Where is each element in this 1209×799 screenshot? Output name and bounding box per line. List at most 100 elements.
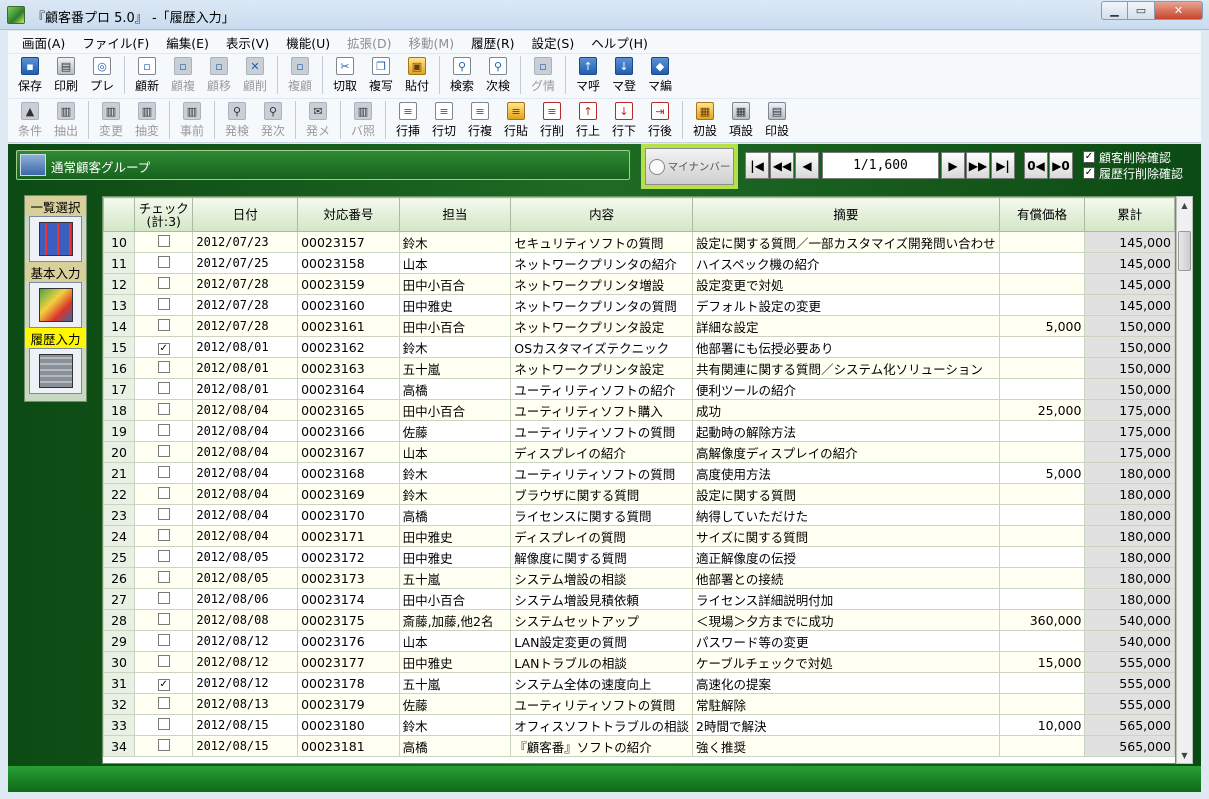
row-checkbox[interactable]	[157, 381, 170, 394]
summary-cell[interactable]: 便利ツールの紹介	[692, 378, 1000, 400]
cumulative-header[interactable]: 累計	[1084, 197, 1175, 232]
summary-cell[interactable]: ＜現場＞夕方までに成功	[692, 609, 1000, 631]
paid-price-cell[interactable]	[998, 441, 1086, 463]
date-cell[interactable]: 2012/08/04	[192, 441, 299, 463]
maximize-button[interactable]: ▭	[1128, 1, 1155, 20]
summary-cell[interactable]: 設定に関する質問／一部カスタマイズ開発問い合わせ	[692, 231, 1000, 253]
preview-button[interactable]: ◎ プレ	[84, 54, 120, 96]
checkbox[interactable]: ✓	[1083, 151, 1095, 163]
paid-price-cell[interactable]	[998, 357, 1086, 379]
history-input-button[interactable]	[29, 348, 82, 394]
checkbox[interactable]: ✓	[1083, 167, 1095, 179]
date-cell[interactable]: 2012/08/01	[192, 336, 299, 358]
ticket-number-cell[interactable]: 00023181	[297, 735, 400, 757]
condition-button[interactable]: ▲ 条件	[12, 99, 48, 141]
content-cell[interactable]: ユーティリティソフトの紹介	[510, 378, 694, 400]
row-checkbox[interactable]	[157, 234, 170, 247]
menu-item[interactable]: 移動(M)	[409, 33, 455, 52]
content-cell[interactable]: オフィスソフトトラブルの相談	[510, 714, 694, 736]
staff-cell[interactable]: 高橋	[398, 504, 512, 526]
ticket-number-cell[interactable]: 00023177	[297, 651, 400, 673]
staff-cell[interactable]: 田中小百合	[398, 399, 512, 421]
check-cell[interactable]	[134, 693, 194, 715]
history-row-delete-confirm[interactable]: ✓ 履歴行削除確認	[1083, 165, 1183, 181]
content-cell[interactable]: 『顧客番』ソフトの紹介	[510, 735, 694, 757]
staff-cell[interactable]: 鈴木	[398, 336, 512, 358]
row-checkbox[interactable]	[157, 297, 170, 310]
table-row[interactable]: 24 2012/08/04 00023171 田中雅史 ディスプレイの質問 サイズに関する…	[103, 525, 1175, 547]
issue-next-button[interactable]: ⚲ 発次	[255, 99, 291, 141]
row-up-button[interactable]: ↑ 行上	[570, 99, 606, 141]
ticket-number-cell[interactable]: 00023171	[297, 525, 400, 547]
row-checkbox[interactable]	[157, 444, 170, 457]
scroll-up-icon[interactable]: ▲	[1177, 197, 1192, 213]
paid-price-cell[interactable]	[998, 735, 1086, 757]
row-checkbox[interactable]	[157, 255, 170, 268]
first-record-button[interactable]: |◀	[745, 152, 769, 179]
issue-mail-button[interactable]: ✉ 発メ	[300, 99, 336, 141]
menu-item[interactable]: 機能(U)	[286, 33, 330, 52]
ticket-number-cell[interactable]: 00023174	[297, 588, 400, 610]
last-record-button[interactable]: ▶|	[991, 152, 1015, 179]
ticket-number-cell[interactable]: 00023163	[297, 357, 400, 379]
content-cell[interactable]: ユーティリティソフトの質問	[510, 462, 694, 484]
ticket-number-header[interactable]: 対応番号	[297, 197, 400, 232]
summary-cell[interactable]: 他部署にも伝授必要あり	[692, 336, 1000, 358]
content-cell[interactable]: LANトラブルの相談	[510, 651, 694, 673]
ticket-number-cell[interactable]: 00023162	[297, 336, 400, 358]
content-cell[interactable]: ネットワークプリンタの質問	[510, 294, 694, 316]
row-checkbox[interactable]	[157, 549, 170, 562]
menu-item[interactable]: 履歴(R)	[471, 33, 514, 52]
content-cell[interactable]: システム全体の速度向上	[510, 672, 694, 694]
next-record-button[interactable]: ▶	[941, 152, 965, 179]
ticket-number-cell[interactable]: 00023157	[297, 231, 400, 253]
check-cell[interactable]: ✓	[134, 336, 194, 358]
menu-item[interactable]: 画面(A)	[22, 33, 65, 52]
paid-price-cell[interactable]	[998, 630, 1086, 652]
staff-cell[interactable]: 山本	[398, 252, 512, 274]
date-cell[interactable]: 2012/08/15	[192, 735, 299, 757]
ticket-number-cell[interactable]: 00023168	[297, 462, 400, 484]
staff-cell[interactable]: 斎藤,加藤,他2名	[398, 609, 512, 631]
row-insert-button[interactable]: ≡ 行挿	[390, 99, 426, 141]
check-cell[interactable]	[134, 273, 194, 295]
row-checkbox[interactable]	[157, 528, 170, 541]
content-cell[interactable]: セキュリティソフトの質問	[510, 231, 694, 253]
ticket-number-cell[interactable]: 00023160	[297, 294, 400, 316]
summary-cell[interactable]: 納得していただけた	[692, 504, 1000, 526]
summary-cell[interactable]: パスワード等の変更	[692, 630, 1000, 652]
summary-header[interactable]: 摘要	[692, 197, 1000, 232]
ticket-number-cell[interactable]: 00023170	[297, 504, 400, 526]
date-cell[interactable]: 2012/08/04	[192, 504, 299, 526]
macro-register-button[interactable]: ↓ マ登	[606, 54, 642, 96]
staff-cell[interactable]: 鈴木	[398, 462, 512, 484]
staff-cell[interactable]: 田中雅史	[398, 546, 512, 568]
table-row[interactable]: 28 2012/08/08 00023175 斎藤,加藤,他2名 システムセットアップ＜…	[103, 609, 1175, 631]
initial-setting-button[interactable]: ▦ 初設	[687, 99, 723, 141]
date-cell[interactable]: 2012/08/13	[192, 693, 299, 715]
table-row[interactable]: 33 2012/08/15 00023180 鈴木 オフィスソフトトラブルの相談 2時間で…	[103, 714, 1175, 736]
row-checkbox[interactable]	[157, 402, 170, 415]
check-cell[interactable]	[134, 441, 194, 463]
row-checkbox[interactable]	[157, 612, 170, 625]
check-cell[interactable]	[134, 399, 194, 421]
row-copy-button[interactable]: ≡ 行複	[462, 99, 498, 141]
date-cell[interactable]: 2012/08/04	[192, 420, 299, 442]
ticket-number-cell[interactable]: 00023165	[297, 399, 400, 421]
staff-cell[interactable]: 五十嵐	[398, 357, 512, 379]
barcode-button[interactable]: ▥ バ照	[345, 99, 381, 141]
menu-item[interactable]: 表示(V)	[226, 33, 269, 52]
summary-cell[interactable]: 設定変更で対処	[692, 273, 1000, 295]
row-last-button[interactable]: ▶0	[1049, 152, 1073, 179]
menu-item[interactable]: 拡張(D)	[347, 33, 391, 52]
table-row[interactable]: 22 2012/08/04 00023169 鈴木 ブラウザに関する質問 設定に関する質問…	[103, 483, 1175, 505]
macro-call-button[interactable]: ↑ マ呼	[570, 54, 606, 96]
check-cell[interactable]	[134, 504, 194, 526]
check-cell[interactable]	[134, 567, 194, 589]
summary-cell[interactable]: 高解像度ディスプレイの紹介	[692, 441, 1000, 463]
summary-cell[interactable]: 高速化の提案	[692, 672, 1000, 694]
summary-cell[interactable]: ケーブルチェックで対処	[692, 651, 1000, 673]
content-cell[interactable]: 解像度に関する質問	[510, 546, 694, 568]
print-button[interactable]: ▤ 印刷	[48, 54, 84, 96]
summary-cell[interactable]: ハイスペック機の紹介	[692, 252, 1000, 274]
